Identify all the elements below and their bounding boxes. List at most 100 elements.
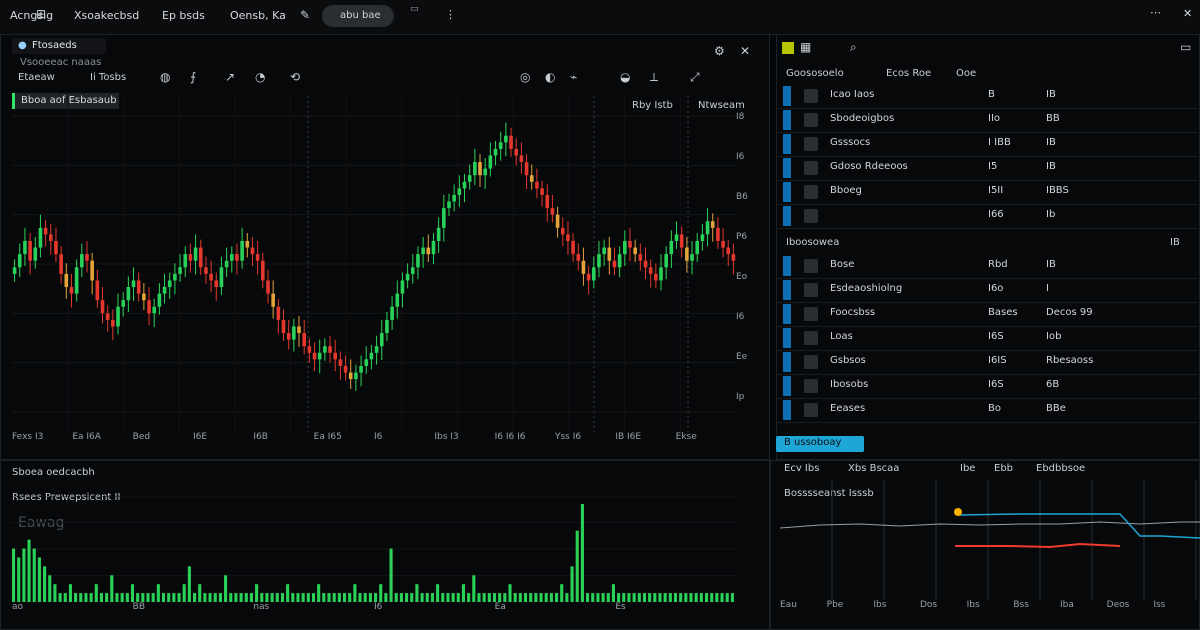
candle-body[interactable] bbox=[679, 234, 684, 248]
volume-bar[interactable] bbox=[591, 593, 595, 602]
watchlist-row[interactable]: Loas I6S Iob bbox=[776, 326, 1198, 351]
candle-body[interactable] bbox=[452, 194, 456, 202]
watchlist-row[interactable]: Esdeaoshiolng I6o I bbox=[776, 278, 1198, 303]
draw-icon[interactable]: ↗ bbox=[225, 70, 235, 84]
menu-dots-icon[interactable]: ⋯ bbox=[1150, 6, 1161, 19]
candle-body[interactable] bbox=[374, 346, 379, 353]
candle-body[interactable] bbox=[488, 155, 493, 169]
volume-bar[interactable] bbox=[110, 575, 114, 602]
watchlist-row[interactable]: Gsssocs I IBB IB bbox=[776, 132, 1198, 157]
candle-body[interactable] bbox=[617, 254, 622, 268]
candle-body[interactable] bbox=[690, 254, 694, 261]
candle-body[interactable] bbox=[648, 267, 653, 274]
volume-bar[interactable] bbox=[575, 530, 579, 602]
volume-bar[interactable] bbox=[477, 593, 481, 602]
volume-bar[interactable] bbox=[534, 593, 538, 602]
candle-body[interactable] bbox=[286, 333, 291, 340]
indicator-chart[interactable] bbox=[780, 480, 1200, 600]
candle-body[interactable] bbox=[695, 240, 700, 255]
edit-icon[interactable]: ✎ bbox=[300, 8, 310, 22]
candle-body[interactable] bbox=[643, 260, 648, 268]
volume-bar[interactable] bbox=[704, 593, 709, 602]
candle-body[interactable] bbox=[540, 188, 544, 195]
candle-body[interactable] bbox=[436, 227, 441, 241]
volume-bar[interactable] bbox=[130, 584, 135, 602]
indicator-tab-1[interactable]: Ecv Ibs bbox=[784, 463, 819, 474]
interval-value[interactable]: Ii Tosbs bbox=[90, 72, 126, 83]
volume-bar[interactable] bbox=[53, 584, 57, 602]
candle-body[interactable] bbox=[69, 287, 74, 294]
candle-body[interactable] bbox=[80, 254, 84, 268]
volume-bar[interactable] bbox=[115, 593, 119, 602]
candle-body[interactable] bbox=[209, 273, 213, 281]
volume-bar[interactable] bbox=[358, 593, 362, 602]
volume-bar[interactable] bbox=[193, 593, 197, 602]
volume-bar[interactable] bbox=[679, 593, 683, 602]
candle-body[interactable] bbox=[255, 254, 260, 261]
volume-bar[interactable] bbox=[642, 593, 647, 602]
candle-body[interactable] bbox=[545, 194, 550, 209]
candle-body[interactable] bbox=[54, 240, 58, 255]
volume-bar[interactable] bbox=[586, 593, 590, 602]
candle-body[interactable] bbox=[467, 175, 472, 182]
volume-bar[interactable] bbox=[37, 557, 41, 602]
volume-bar[interactable] bbox=[84, 593, 88, 602]
volume-bar[interactable] bbox=[715, 593, 719, 602]
indicator-tab-4[interactable]: Ebb bbox=[994, 463, 1013, 474]
volume-bar[interactable] bbox=[503, 593, 507, 602]
candle-body[interactable] bbox=[514, 148, 519, 156]
volume-bar[interactable] bbox=[99, 593, 104, 602]
candle-body[interactable] bbox=[302, 333, 306, 347]
candle-body[interactable] bbox=[493, 148, 498, 156]
candle-body[interactable] bbox=[379, 333, 384, 347]
volume-bar[interactable] bbox=[492, 593, 497, 602]
volume-bar[interactable] bbox=[518, 593, 522, 602]
candle-body[interactable] bbox=[623, 240, 627, 255]
fullscreen-icon[interactable]: ⤢ bbox=[690, 70, 700, 85]
volume-bar[interactable] bbox=[151, 593, 155, 602]
volume-bar[interactable] bbox=[22, 548, 26, 602]
volume-bar[interactable] bbox=[565, 593, 569, 602]
volume-bar[interactable] bbox=[472, 575, 476, 602]
volume-bar[interactable] bbox=[529, 593, 533, 602]
candle-body[interactable] bbox=[214, 280, 219, 288]
volume-bar[interactable] bbox=[415, 584, 419, 602]
candle-body[interactable] bbox=[147, 300, 151, 314]
candle-body[interactable] bbox=[90, 260, 94, 281]
candle-body[interactable] bbox=[33, 247, 38, 261]
volume-bar[interactable] bbox=[265, 593, 269, 602]
replay-icon[interactable]: ⟲ bbox=[290, 70, 300, 84]
candle-body[interactable] bbox=[43, 227, 48, 235]
candle-body[interactable] bbox=[116, 306, 120, 327]
candle-body[interactable] bbox=[457, 188, 462, 195]
watchlist-row[interactable]: Eeases Bo BBe bbox=[776, 398, 1198, 423]
volume-bar[interactable] bbox=[405, 593, 409, 602]
candle-body[interactable] bbox=[442, 208, 446, 228]
volume-bar[interactable] bbox=[467, 593, 471, 602]
volume-bar[interactable] bbox=[239, 593, 243, 602]
indicator-tab-5[interactable]: Ebdbbsoe bbox=[1036, 463, 1085, 474]
volume-bar[interactable] bbox=[296, 593, 300, 602]
candle-body[interactable] bbox=[659, 267, 663, 281]
volume-bar[interactable] bbox=[544, 593, 548, 602]
candle-body[interactable] bbox=[74, 267, 79, 294]
volume-bar[interactable] bbox=[348, 593, 352, 602]
candle-body[interactable] bbox=[281, 319, 286, 334]
candle-body[interactable] bbox=[571, 240, 575, 255]
candle-body[interactable] bbox=[550, 208, 555, 215]
candle-body[interactable] bbox=[328, 346, 332, 353]
volume-bar[interactable] bbox=[446, 593, 450, 602]
candle-body[interactable] bbox=[157, 293, 162, 307]
volume-bar[interactable] bbox=[291, 593, 295, 602]
volume-bar[interactable] bbox=[710, 593, 714, 602]
volume-bar[interactable] bbox=[720, 593, 724, 602]
notes-icon[interactable]: ▭ bbox=[410, 4, 419, 14]
volume-bar[interactable] bbox=[451, 593, 455, 602]
volume-bar[interactable] bbox=[311, 593, 316, 602]
volume-chart[interactable] bbox=[12, 496, 736, 602]
candle-body[interactable] bbox=[473, 162, 477, 176]
volume-bar[interactable] bbox=[187, 566, 191, 602]
candle-body[interactable] bbox=[410, 267, 415, 274]
volume-bar[interactable] bbox=[699, 593, 703, 602]
volume-bar[interactable] bbox=[12, 548, 16, 602]
